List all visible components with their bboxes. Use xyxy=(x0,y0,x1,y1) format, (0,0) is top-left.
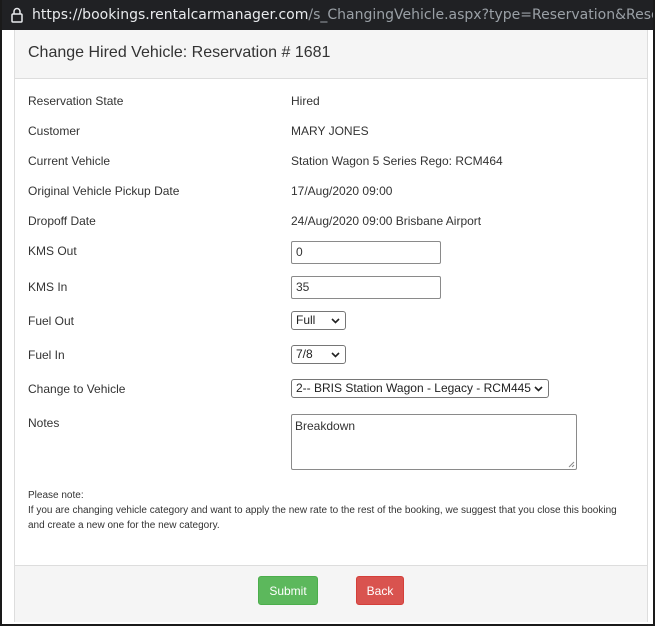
page-title: Change Hired Vehicle: Reservation # 1681 xyxy=(15,30,647,79)
kms-out-label: KMS Out xyxy=(28,244,77,258)
dropoff-date-label: Dropoff Date xyxy=(28,214,96,228)
kms-in-input[interactable]: 35 xyxy=(291,276,441,299)
dropoff-date-value: 24/Aug/2020 09:00 Brisbane Airport xyxy=(291,214,482,228)
pickup-date-label: Original Vehicle Pickup Date xyxy=(28,184,180,198)
reservation-state-label: Reservation State xyxy=(28,94,124,108)
change-vehicle-selected: 2-- BRIS Station Wagon - Legacy - RCM445 xyxy=(296,381,531,395)
notes-text: Breakdown xyxy=(295,419,356,433)
pickup-date-value: 17/Aug/2020 09:00 xyxy=(291,184,393,198)
resize-grip-icon[interactable] xyxy=(567,460,575,468)
fuel-in-selected: 7/8 xyxy=(296,347,313,361)
current-vehicle-label: Current Vehicle xyxy=(28,154,111,168)
back-button[interactable]: Back xyxy=(356,576,404,605)
chevron-down-icon xyxy=(331,352,340,358)
kms-in-label: KMS In xyxy=(28,280,68,294)
note-text: If you are changing vehicle category and… xyxy=(28,505,617,531)
current-vehicle-value: Station Wagon 5 Series Rego: RCM464 xyxy=(291,154,503,168)
submit-button[interactable]: Submit xyxy=(258,576,318,605)
reservation-state-value: Hired xyxy=(291,94,320,108)
note-title: Please note: xyxy=(28,490,84,501)
fuel-in-label: Fuel In xyxy=(28,348,65,362)
fuel-out-selected: Full xyxy=(296,313,316,327)
chevron-down-icon xyxy=(534,386,543,392)
notes-textarea[interactable]: Breakdown xyxy=(291,414,577,470)
chevron-down-icon xyxy=(331,318,340,324)
form-footer: Submit Back xyxy=(15,565,647,622)
fuel-out-label: Fuel Out xyxy=(28,314,75,328)
change-vehicle-select[interactable]: 2-- BRIS Station Wagon - Legacy - RCM445 xyxy=(291,379,549,398)
change-vehicle-label: Change to Vehicle xyxy=(28,382,126,396)
notes-label: Notes xyxy=(28,416,60,430)
fuel-in-select[interactable]: 7/8 xyxy=(291,345,346,364)
customer-value: MARY JONES xyxy=(291,124,369,138)
category-change-note: Please note: If you are changing vehicle… xyxy=(28,488,628,533)
customer-label: Customer xyxy=(28,124,81,138)
kms-out-input[interactable]: 0 xyxy=(291,241,441,264)
fuel-out-select[interactable]: Full xyxy=(291,311,346,330)
change-vehicle-panel: Change Hired Vehicle: Reservation # 1681… xyxy=(14,30,648,622)
